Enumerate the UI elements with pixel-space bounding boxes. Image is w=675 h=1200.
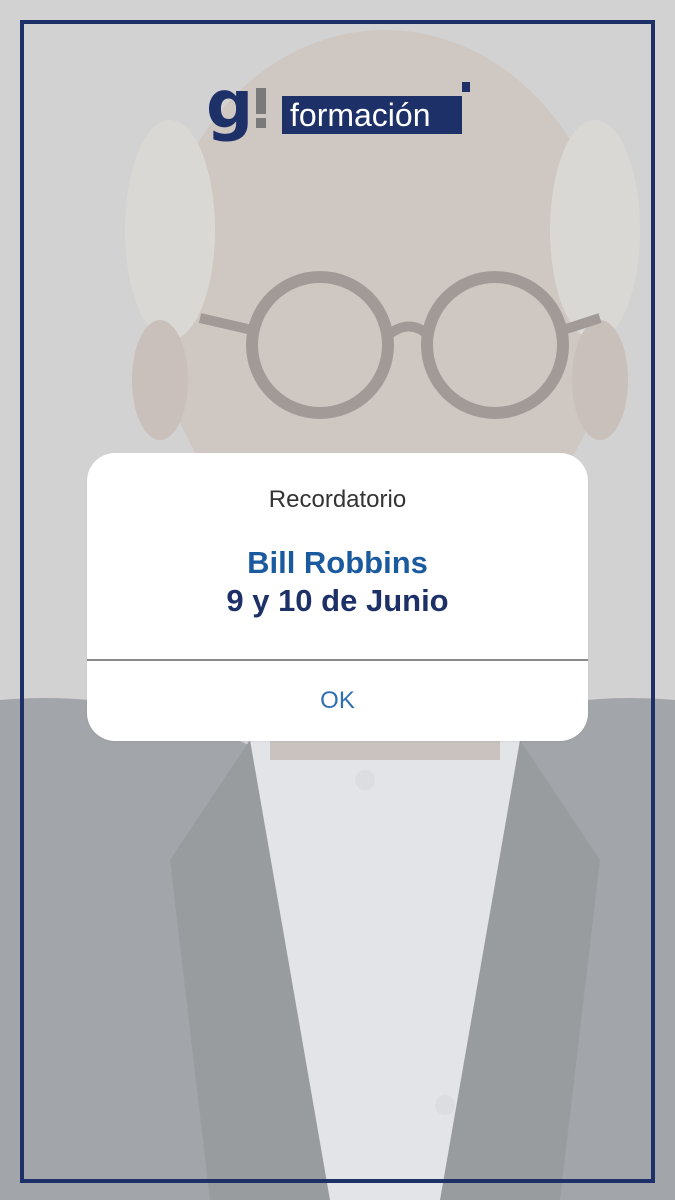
- brand-corner: [462, 82, 470, 92]
- dialog-title: Recordatorio: [268, 486, 407, 513]
- reminder-dialog: Recordatorio Bill Robbins 9 y 10 de Juni…: [87, 453, 588, 741]
- speaker-name: Bill Robbins: [247, 545, 428, 580]
- brand-bar: [256, 88, 266, 114]
- brand-label: formación: [282, 96, 462, 134]
- brand-mark: g: [206, 66, 254, 143]
- event-dates: 9 y 10 de Junio: [226, 583, 449, 618]
- brand-dot: [256, 118, 266, 128]
- ok-button[interactable]: OK: [87, 661, 588, 741]
